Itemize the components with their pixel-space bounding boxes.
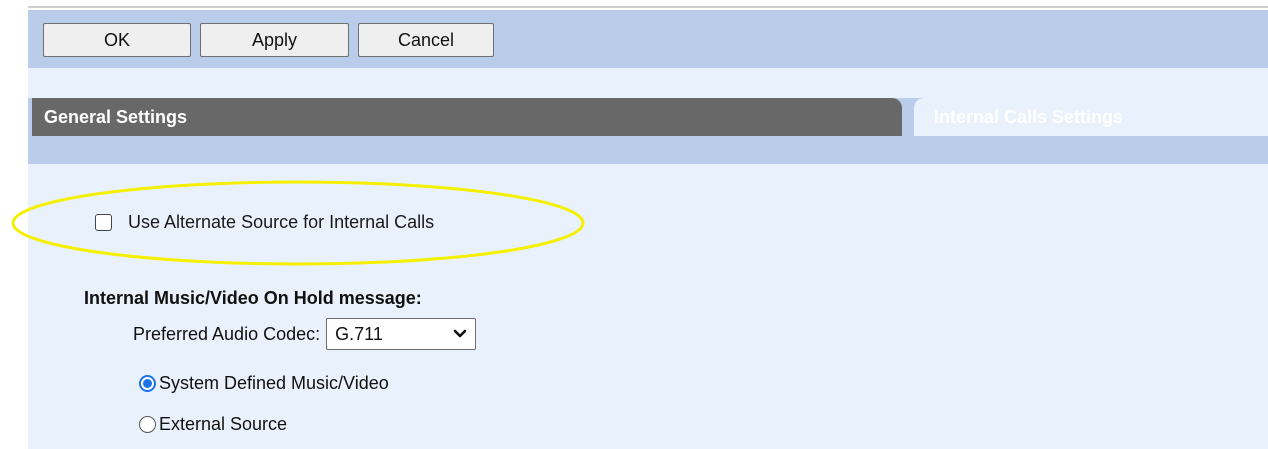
system-defined-label: System Defined Music/Video [159, 373, 389, 393]
chevron-down-icon [453, 329, 467, 338]
tab-general-label: General Settings [44, 106, 188, 127]
tab-strip: General Settings Internal Calls Settings [28, 98, 1268, 164]
external-source-option[interactable]: External Source [139, 414, 287, 435]
tab-general-settings[interactable]: General Settings [32, 98, 902, 136]
codec-label: Preferred Audio Codec: [133, 323, 321, 344]
alternate-source-option[interactable]: Use Alternate Source for Internal Calls [95, 212, 434, 233]
system-defined-option[interactable]: System Defined Music/Video [139, 373, 389, 394]
system-defined-radio[interactable] [139, 375, 156, 392]
alternate-source-label: Use Alternate Source for Internal Calls [128, 212, 435, 232]
tab-internal-calls-settings[interactable]: Internal Calls Settings [914, 98, 1268, 136]
alternate-source-checkbox[interactable] [95, 214, 112, 231]
cancel-button[interactable]: Cancel [358, 23, 494, 57]
codec-select[interactable]: G.711 [326, 318, 477, 350]
ok-button[interactable]: OK [43, 23, 191, 57]
external-source-label: External Source [159, 414, 288, 434]
external-source-radio[interactable] [139, 416, 156, 433]
codec-value: G.711 [335, 323, 383, 344]
moh-section-title: Internal Music/Video On Hold message: [84, 288, 422, 308]
top-divider [28, 6, 1268, 8]
tab-internal-label: Internal Calls Settings [934, 106, 1124, 127]
apply-button[interactable]: Apply [200, 23, 349, 57]
toolbar: OK Apply Cancel [28, 10, 1268, 68]
codec-row: Preferred Audio Codec: G.711 [133, 318, 477, 350]
